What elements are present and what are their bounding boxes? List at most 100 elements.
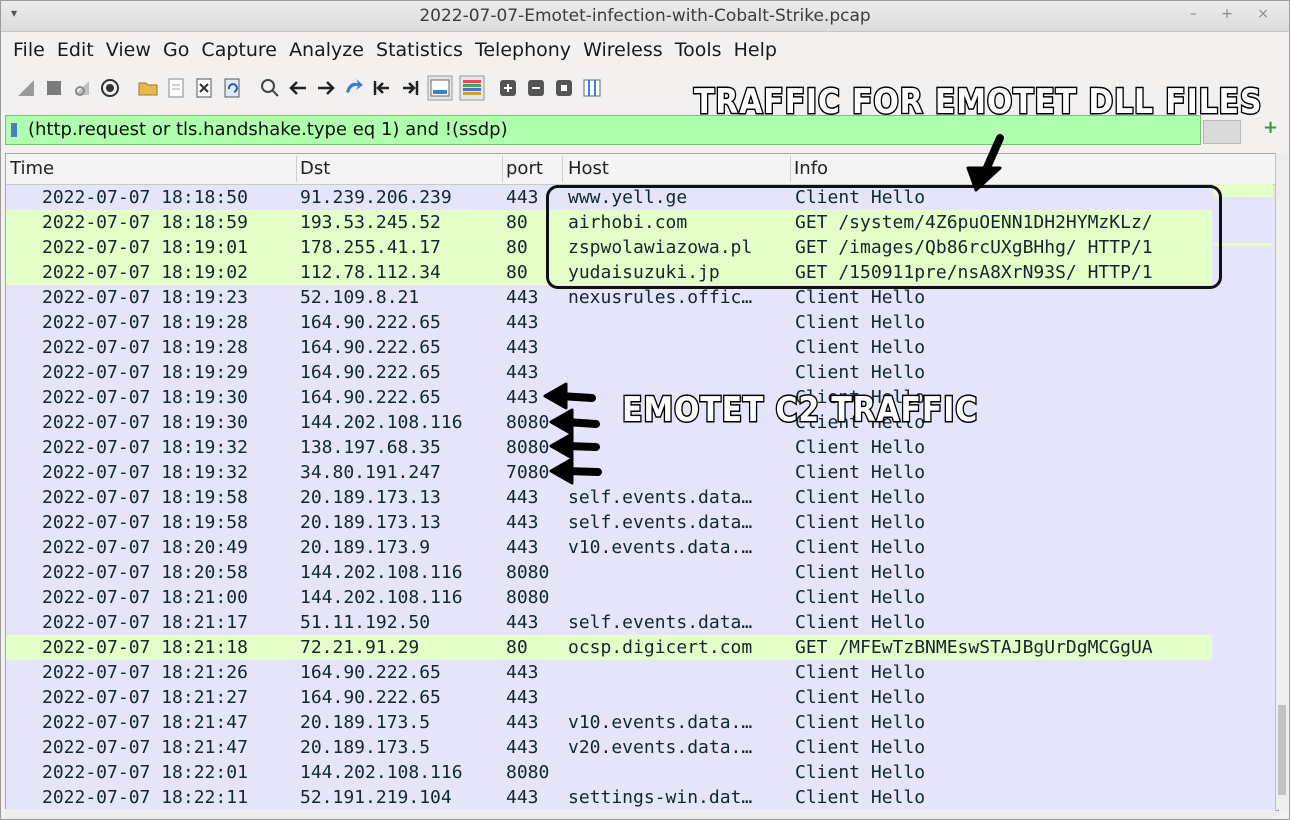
go-to-packet-icon[interactable] bbox=[343, 77, 365, 99]
menu-edit[interactable]: Edit bbox=[57, 33, 94, 67]
packet-row[interactable]: 2022-07-07 18:22:01 144.202.108.116 8080 Cl… bbox=[6, 760, 1212, 785]
cell-dst: 164.90.222.65 bbox=[300, 312, 441, 333]
packet-row[interactable]: 2022-07-07 18:21:00 144.202.108.116 8080 Cl… bbox=[6, 585, 1212, 610]
cell-time: 2022-07-07 18:19:30 bbox=[42, 412, 248, 433]
last-packet-icon[interactable] bbox=[399, 77, 421, 99]
cell-info: Client Hello bbox=[795, 412, 926, 433]
packet-row[interactable]: 2022-07-07 18:19:28 164.90.222.65 443 Clien… bbox=[6, 335, 1212, 360]
packet-row[interactable]: 2022-07-07 18:20:58 144.202.108.116 8080 Cl… bbox=[6, 560, 1212, 585]
packet-row[interactable]: 2022-07-07 18:19:58 20.189.173.13 443 self.… bbox=[6, 510, 1212, 535]
cell-dst: 144.202.108.116 bbox=[300, 412, 463, 433]
packet-row[interactable]: 2022-07-07 18:19:29 164.90.222.65 443 Clien… bbox=[6, 360, 1212, 385]
packet-row[interactable]: 2022-07-07 18:19:32 138.197.68.35 8080 Clie… bbox=[6, 435, 1212, 460]
cell-port: 443 bbox=[506, 187, 539, 208]
packet-row[interactable]: 2022-07-07 18:21:47 20.189.173.5 443 v20.ev… bbox=[6, 735, 1212, 760]
horizontal-scrollbar[interactable] bbox=[5, 809, 1275, 819]
cell-dst: 164.90.222.65 bbox=[300, 337, 441, 358]
column-header-time[interactable]: Time bbox=[8, 154, 54, 184]
packet-row[interactable]: 2022-07-07 18:21:47 20.189.173.5 443 v10.ev… bbox=[6, 710, 1212, 735]
packet-row[interactable]: 2022-07-07 18:19:30 144.202.108.116 8080 Cl… bbox=[6, 410, 1212, 435]
menu-statistics[interactable]: Statistics bbox=[376, 33, 463, 67]
cell-time: 2022-07-07 18:21:17 bbox=[42, 612, 248, 633]
cell-info: Client Hello bbox=[795, 662, 926, 683]
cell-host: v10.events.data.… bbox=[568, 537, 753, 558]
packet-row[interactable]: 2022-07-07 18:19:23 52.109.8.21 443 nexusru… bbox=[6, 285, 1212, 310]
column-divider[interactable] bbox=[296, 156, 297, 182]
packet-row[interactable]: 2022-07-07 18:22:11 52.191.219.104 443 sett… bbox=[6, 785, 1212, 810]
cell-time: 2022-07-07 18:22:11 bbox=[42, 787, 248, 808]
cell-time: 2022-07-07 18:19:58 bbox=[42, 512, 248, 533]
packet-row[interactable]: 2022-07-07 18:19:01 178.255.41.17 80 zspwol… bbox=[6, 235, 1212, 260]
cell-dst: 144.202.108.116 bbox=[300, 762, 463, 783]
cell-time: 2022-07-07 18:21:47 bbox=[42, 712, 248, 733]
packet-row[interactable]: 2022-07-07 18:21:17 51.11.192.50 443 self.e… bbox=[6, 610, 1212, 635]
reload-file-icon[interactable] bbox=[221, 77, 243, 99]
zoom-in-icon[interactable] bbox=[497, 77, 519, 99]
capture-options-icon[interactable] bbox=[99, 77, 121, 99]
packet-row[interactable]: 2022-07-07 18:19:58 20.189.173.13 443 self.… bbox=[6, 485, 1212, 510]
cell-dst: 20.189.173.13 bbox=[300, 487, 441, 508]
menu-capture[interactable]: Capture bbox=[201, 33, 277, 67]
packet-row[interactable]: 2022-07-07 18:18:50 91.239.206.239 443 www.… bbox=[6, 185, 1212, 210]
cell-time: 2022-07-07 18:19:32 bbox=[42, 462, 248, 483]
start-capture-icon[interactable] bbox=[15, 77, 37, 99]
colorize-icon[interactable] bbox=[459, 75, 485, 101]
packet-row[interactable]: 2022-07-07 18:18:59 193.53.245.52 80 airhob… bbox=[6, 210, 1212, 235]
cell-info: Client Hello bbox=[795, 787, 926, 808]
close-file-icon[interactable] bbox=[193, 77, 215, 99]
vertical-scrollbar[interactable] bbox=[1275, 153, 1288, 809]
menu-wireless[interactable]: Wireless bbox=[583, 33, 663, 67]
column-header-info[interactable]: Info bbox=[792, 154, 828, 184]
auto-scroll-icon[interactable] bbox=[427, 75, 453, 101]
cell-host: www.yell.ge bbox=[568, 187, 688, 208]
cell-info: Client Hello bbox=[795, 187, 926, 208]
clear-filter-button[interactable] bbox=[1203, 120, 1241, 144]
menu-go[interactable]: Go bbox=[163, 33, 189, 67]
scrollbar-thumb[interactable] bbox=[1278, 705, 1286, 795]
save-file-icon[interactable] bbox=[165, 77, 187, 99]
add-filter-button-icon[interactable]: + bbox=[1263, 117, 1278, 138]
packet-row[interactable]: 2022-07-07 18:21:18 72.21.91.29 80 ocsp.dig… bbox=[6, 635, 1212, 660]
resize-columns-icon[interactable] bbox=[581, 77, 603, 99]
packet-row[interactable]: 2022-07-07 18:19:28 164.90.222.65 443 Clien… bbox=[6, 310, 1212, 335]
cell-info: Client Hello bbox=[795, 762, 926, 783]
restart-capture-icon[interactable] bbox=[71, 77, 93, 99]
open-file-icon[interactable] bbox=[137, 77, 159, 99]
cell-port: 8080 bbox=[506, 412, 550, 433]
packet-row[interactable]: 2022-07-07 18:19:32 34.80.191.247 7080 Clie… bbox=[6, 460, 1212, 485]
packet-row[interactable]: 2022-07-07 18:20:49 20.189.173.9 443 v10.ev… bbox=[6, 535, 1212, 560]
normal-size-icon[interactable] bbox=[553, 77, 575, 99]
menu-telephony[interactable]: Telephony bbox=[475, 33, 571, 67]
go-forward-icon[interactable] bbox=[315, 77, 337, 99]
cell-host: yudaisuzuki.jp bbox=[568, 262, 720, 283]
first-packet-icon[interactable] bbox=[371, 77, 393, 99]
menu-help[interactable]: Help bbox=[734, 33, 777, 67]
column-header-port[interactable]: port bbox=[504, 154, 543, 184]
cell-dst: 112.78.112.34 bbox=[300, 262, 441, 283]
menu-tools[interactable]: Tools bbox=[675, 33, 722, 67]
packet-row[interactable]: 2022-07-07 18:19:02 112.78.112.34 80 yudais… bbox=[6, 260, 1212, 285]
zoom-out-icon[interactable] bbox=[525, 77, 547, 99]
cell-port: 8080 bbox=[506, 562, 550, 583]
packet-row[interactable]: 2022-07-07 18:21:27 164.90.222.65 443 Clien… bbox=[6, 685, 1212, 710]
window-controls[interactable]: – + × bbox=[1190, 6, 1279, 22]
go-back-icon[interactable] bbox=[287, 77, 309, 99]
menu-view[interactable]: View bbox=[106, 33, 151, 67]
cell-info: Client Hello bbox=[795, 487, 926, 508]
column-divider[interactable] bbox=[502, 156, 503, 182]
column-divider[interactable] bbox=[790, 156, 791, 182]
menu-analyze[interactable]: Analyze bbox=[289, 33, 364, 67]
menu-file[interactable]: File bbox=[13, 33, 45, 67]
display-filter-input[interactable]: (http.request or tls.handshake.type eq 1… bbox=[5, 115, 1201, 145]
packet-row[interactable]: 2022-07-07 18:21:26 164.90.222.65 443 Clien… bbox=[6, 660, 1212, 685]
cell-port: 8080 bbox=[506, 762, 550, 783]
find-packet-icon[interactable] bbox=[259, 77, 281, 99]
window-title: 2022-07-07-Emotet-infection-with-Cobalt-… bbox=[419, 6, 871, 26]
column-header-host[interactable]: Host bbox=[566, 154, 609, 184]
cell-time: 2022-07-07 18:21:18 bbox=[42, 637, 248, 658]
bookmark-icon[interactable] bbox=[11, 123, 17, 137]
column-header-dst[interactable]: Dst bbox=[298, 154, 330, 184]
column-divider[interactable] bbox=[562, 156, 563, 182]
packet-row[interactable]: 2022-07-07 18:19:30 164.90.222.65 443 Clien… bbox=[6, 385, 1212, 410]
stop-capture-icon[interactable] bbox=[43, 77, 65, 99]
